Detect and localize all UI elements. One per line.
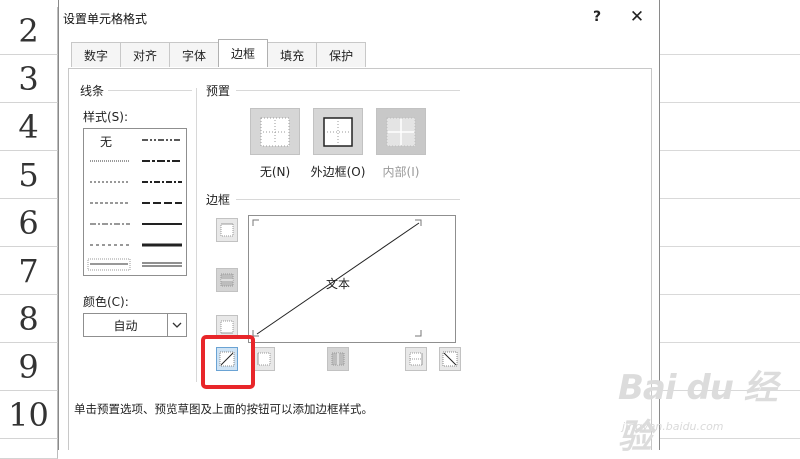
row-header-5[interactable]: 5 (0, 151, 58, 199)
tab-fill[interactable]: 填充 (267, 42, 318, 67)
border-right-icon (409, 352, 423, 366)
row-header-10[interactable]: 10 (0, 391, 58, 439)
row-header-2[interactable]: 2 (0, 7, 58, 55)
tab-border[interactable]: 边框 (218, 39, 269, 67)
row-header-3[interactable]: 3 (0, 55, 58, 103)
preset-none-button[interactable] (250, 108, 300, 155)
tab-protection[interactable]: 保护 (316, 42, 367, 67)
line-group-divider (108, 90, 192, 91)
preset-inside-button[interactable] (376, 108, 426, 155)
color-value: 自动 (113, 318, 138, 333)
preset-inside-icon (386, 117, 416, 146)
tab-alignment[interactable]: 对齐 (120, 42, 171, 67)
watermark-url: jingyan.baidu.com (622, 420, 724, 433)
grid-cell[interactable] (660, 199, 800, 247)
hint-text: 单击预置选项、预览草图及上面的按钮可以添加边框样式。 (74, 402, 373, 416)
grid-cell[interactable] (660, 7, 800, 55)
border-right-button[interactable] (405, 347, 427, 371)
help-button[interactable]: ? (587, 6, 607, 28)
preset-outline-button[interactable] (313, 108, 363, 155)
tab-number[interactable]: 数字 (71, 42, 122, 67)
preset-none-icon (260, 117, 290, 146)
grid-cell[interactable] (660, 151, 800, 199)
border-bottom-icon (220, 320, 234, 334)
panel-divider (196, 88, 197, 382)
preview-drawing (252, 219, 422, 337)
baidu-logo: Bai du 经验 (618, 368, 778, 457)
preset-none-label: 无(N) (259, 165, 291, 179)
diagonal-down-icon (442, 351, 458, 367)
row-header-4[interactable]: 4 (0, 103, 58, 151)
tab-bar: 数字 对齐 字体 边框 填充 保护 (71, 39, 367, 69)
line-style-samples[interactable] (84, 129, 186, 275)
tab-font[interactable]: 字体 (169, 42, 220, 67)
dialog-title: 设置单元格格式 (63, 12, 148, 26)
presets-divider (236, 90, 460, 91)
close-button[interactable]: ✕ (625, 6, 649, 28)
red-highlight-box (201, 335, 255, 389)
row-header-6[interactable]: 6 (0, 199, 58, 247)
grid-cell[interactable] (660, 247, 800, 295)
border-group-label: 边框 (206, 193, 231, 207)
line-style-list: 无 (83, 128, 187, 276)
grid-cell[interactable] (660, 55, 800, 103)
grid-cell[interactable] (660, 103, 800, 151)
color-label: 颜色(C): (83, 295, 129, 309)
preview-text: 文本 (326, 277, 351, 291)
grid-cell[interactable] (660, 295, 800, 343)
preset-outline-label: 外边框(O) (310, 165, 366, 179)
line-group-label: 线条 (80, 84, 105, 98)
border-divider (236, 199, 460, 200)
chevron-down-icon[interactable] (167, 314, 186, 336)
border-left-button[interactable] (253, 347, 275, 371)
border-preview[interactable] (248, 215, 456, 343)
border-middle-horizontal-button[interactable] (216, 268, 238, 292)
border-inside-vertical-icon (331, 352, 345, 366)
border-inside-horizontal-icon (220, 273, 234, 287)
row-header-9[interactable]: 9 (0, 343, 58, 391)
border-diagonal-down-button[interactable] (439, 347, 461, 371)
row-header-8[interactable]: 8 (0, 295, 58, 343)
border-top-icon (220, 223, 234, 237)
border-middle-vertical-button[interactable] (327, 347, 349, 371)
preset-outline-icon (323, 116, 353, 147)
row-header-11[interactable] (0, 439, 58, 459)
presets-group-label: 预置 (206, 84, 231, 98)
style-label: 样式(S): (83, 110, 129, 124)
preset-inside-label: 内部(I) (382, 165, 420, 179)
border-left-icon (257, 352, 271, 366)
baidu-watermark: Bai du 经验 jingyan.baidu.com (618, 360, 800, 458)
row-header-7[interactable]: 7 (0, 247, 58, 295)
border-top-button[interactable] (216, 218, 238, 242)
color-dropdown[interactable]: 自动 (83, 313, 187, 337)
